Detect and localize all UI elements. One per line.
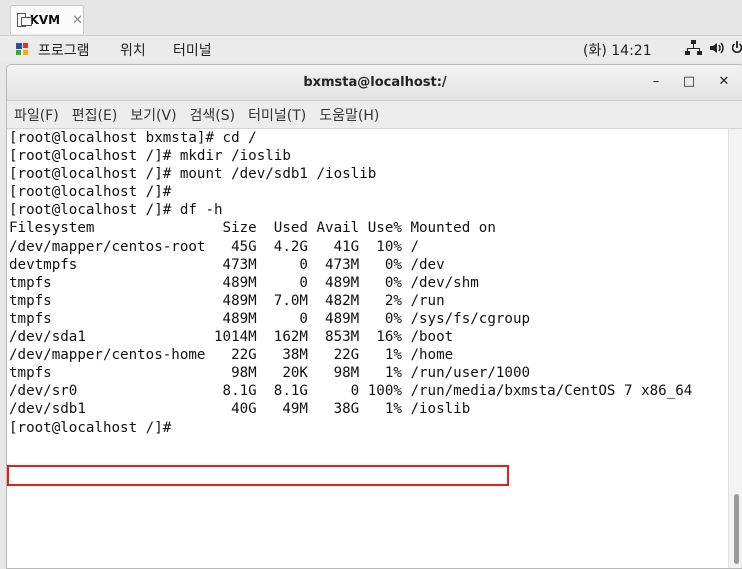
terminal-app-menu[interactable]: 터미널 [173,40,212,60]
places-menu[interactable]: 위치 [120,40,146,60]
window-title: bxmsta@localhost:/ [303,75,447,90]
terminal-line: [root@localhost /]# mkdir /ioslib [9,148,291,165]
power-icon [732,41,742,53]
clock[interactable]: (화) 14:21 [583,40,652,60]
vm-tab[interactable]: KVM ✕ [10,5,84,34]
network-icon [685,40,702,55]
menu-help[interactable]: 도움말(H) [319,105,379,125]
applications-icon [16,43,28,55]
df-row: devtmpfs 473M 0 473M 0% /dev [9,256,445,273]
df-row: /dev/mapper/centos-root 45G 4.2G 41G 10%… [9,238,419,255]
system-tray[interactable] [684,39,742,57]
terminal-line: [root@localhost bxmsta]# cd / [9,130,257,146]
df-row: tmpfs 489M 7.0M 482M 2% /run [9,292,445,309]
menu-bar: 파일(F) 편집(E) 보기(V) 검색(S) 터미널(T) 도움말(H) [7,101,742,129]
df-row: tmpfs 98M 20K 98M 1% /run/user/1000 [9,365,531,382]
close-button[interactable]: ✕ [715,73,733,91]
vm-tab-label: KVM [29,13,61,27]
df-row-highlighted: /dev/sdb1 40G 49M 38G 1% /ioslib [9,401,471,418]
close-icon[interactable]: ✕ [72,13,83,28]
menu-search[interactable]: 검색(S) [190,105,236,125]
menu-edit[interactable]: 편집(E) [72,105,118,125]
df-row: /dev/mapper/centos-home 22G 38M 22G 1% /… [9,347,454,364]
applications-menu[interactable]: 프로그램 [38,40,90,60]
df-header: Filesystem Size Used Avail Use% Mounted … [9,220,496,237]
highlight-box [7,465,509,486]
menu-file[interactable]: 파일(F) [14,105,59,125]
df-row: tmpfs 489M 0 489M 0% /dev/shm [9,274,479,291]
terminal-window: bxmsta@localhost:/ – □ ✕ 파일(F) 편집(E) 보기(… [6,64,742,569]
scrollbar-thumb[interactable] [734,494,739,564]
terminal-line: [root@localhost /]# [9,184,172,201]
vm-tab-strip: KVM ✕ [0,0,742,36]
terminal-line: [root@localhost /]# df -h [9,202,223,219]
menu-view[interactable]: 보기(V) [130,105,176,125]
df-row: /dev/sr0 8.1G 8.1G 0 100% /run/media/bxm… [9,383,693,400]
terminal-line: [root@localhost /]# mount /dev/sdb1 /ios… [9,166,377,183]
scrollbar[interactable] [728,129,742,568]
gnome-top-bar: 프로그램 위치 터미널 (화) 14:21 [0,36,742,62]
volume-icon [710,42,724,54]
vm-icon [17,13,32,27]
menu-terminal[interactable]: 터미널(T) [248,105,306,125]
terminal-output[interactable]: [root@localhost bxmsta]# cd / [root@loca… [7,129,729,568]
window-titlebar[interactable]: bxmsta@localhost:/ – □ ✕ [7,65,742,101]
maximize-button[interactable]: □ [680,73,698,91]
df-row: /dev/sda1 1014M 162M 853M 16% /boot [9,329,454,346]
minimize-button[interactable]: – [647,73,665,91]
df-row: tmpfs 489M 0 489M 0% /sys/fs/cgroup [9,310,531,327]
terminal-prompt: [root@localhost /]# [9,419,172,436]
terminal-text: [root@localhost bxmsta]# cd / [root@loca… [7,129,729,437]
